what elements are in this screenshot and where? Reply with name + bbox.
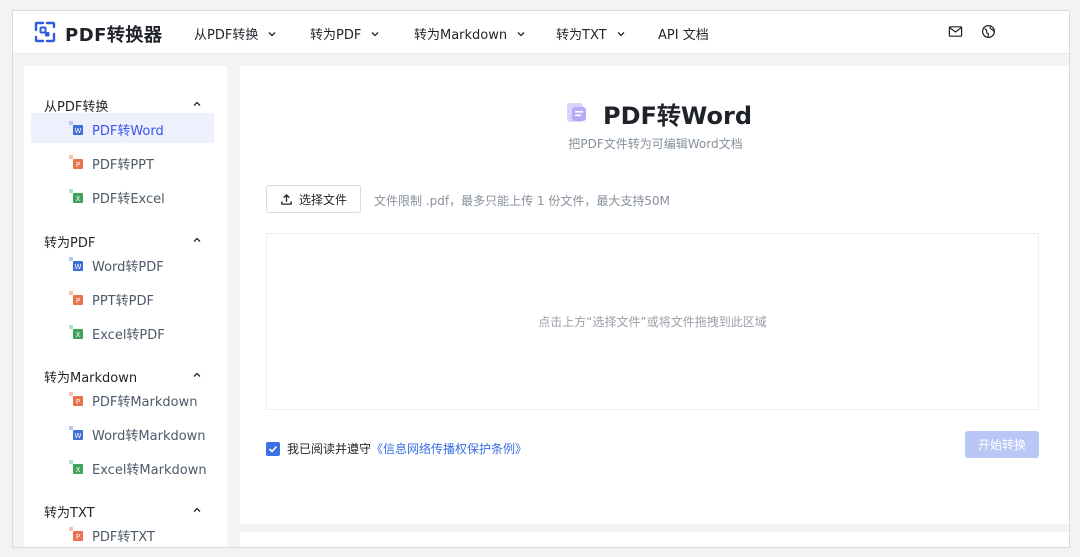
chevron-up-icon [193,101,201,106]
nav-to-markdown[interactable]: 转为Markdown [414,24,526,43]
item-label: PDF转Excel [92,192,165,207]
nav-label: 转为TXT [556,28,607,43]
start-convert-button[interactable]: 开始转换 [965,431,1039,458]
svg-text:X: X [76,466,81,474]
sidebar-item-word-to-markdown[interactable]: W Word转Markdown [31,418,214,448]
sidebar-item-pdf-to-excel[interactable]: X PDF转Excel [31,181,214,211]
agree-text: 我已阅读并遵守 [287,442,372,456]
ppt-file-icon: P [69,155,83,169]
item-label: PDF转Markdown [92,395,198,410]
sidebar-item-excel-to-pdf[interactable]: X Excel转PDF [31,317,214,347]
page-subtitle: 把PDF文件转为可编辑Word文档 [568,137,743,151]
sidebar-item-ppt-to-pdf[interactable]: P PPT转PDF [31,283,214,313]
nav-from-pdf[interactable]: 从PDF转换 [194,24,277,43]
svg-text:P: P [76,533,80,541]
chevron-up-icon [193,507,201,512]
item-label: PDF转PPT [92,158,154,173]
nav-label: 转为Markdown [414,28,508,43]
app-window: PDF转换器 从PDF转换 转为PDF 转为Markdown 转为TXT API… [12,10,1070,548]
agreement-row: 我已阅读并遵守 《信息网络传播权保护条例》 [266,440,527,457]
ppt-file-icon: P [69,392,83,406]
regulation-link[interactable]: 《信息网络传播权保护条例》 [371,440,527,457]
item-label: PDF转Word [92,124,164,139]
upload-icon [281,193,292,205]
select-file-button[interactable]: 选择文件 [266,185,361,213]
sidebar-item-pdf-to-ppt[interactable]: P PDF转PPT [31,147,214,177]
nav-label: 从PDF转换 [194,28,259,43]
sidebar-item-pdf-to-word[interactable]: W PDF转Word [31,113,214,143]
item-label: Word转PDF [92,260,164,275]
excel-file-icon: X [69,460,83,474]
ppt-file-icon: P [69,527,83,541]
word-file-icon: W [69,426,83,440]
nav-label: 转为PDF [310,28,362,43]
svg-text:X: X [76,331,81,339]
sidebar-item-pdf-to-txt[interactable]: P PDF转TXT [31,519,214,547]
mail-icon[interactable] [948,24,963,39]
file-dropzone[interactable]: 点击上方“选择文件”或将文件拖拽到此区域 [266,233,1039,410]
chevron-up-icon [193,372,201,377]
sidebar-item-word-to-pdf[interactable]: W Word转PDF [31,249,214,279]
svg-text:W: W [75,432,82,440]
dropzone-hint: 点击上方“选择文件”或将文件拖拽到此区域 [538,315,767,329]
item-label: Word转Markdown [92,429,206,444]
word-file-icon: W [69,257,83,271]
logo-icon [34,21,56,43]
word-file-icon: W [69,121,83,135]
ppt-file-icon: P [69,291,83,305]
brand-title: PDF转换器 [65,25,163,46]
excel-file-icon: X [69,189,83,203]
item-label: PPT转PDF [92,294,154,309]
chevron-down-icon [371,31,379,36]
excel-file-icon: X [69,325,83,339]
svg-text:P: P [76,161,80,169]
checkmark-icon [268,445,278,453]
chevron-down-icon [617,31,625,36]
globe-icon[interactable] [981,24,996,39]
svg-text:P: P [76,398,80,406]
nav-api-docs[interactable]: API 文档 [658,24,709,43]
item-label: Excel转Markdown [92,463,207,478]
main-panel: PDF转Word 把PDF文件转为可编辑Word文档 选择文件 文件限制 .pd… [240,66,1069,524]
svg-text:W: W [75,263,82,271]
chevron-up-icon [193,237,201,242]
sidebar-item-pdf-to-markdown[interactable]: P PDF转Markdown [31,384,214,414]
chevron-down-icon [268,31,276,36]
svg-text:X: X [76,195,81,203]
agree-checkbox[interactable] [266,441,280,456]
page-title: PDF转Word [603,102,753,130]
nav-label: API 文档 [658,28,709,43]
svg-text:W: W [75,127,82,135]
nav-to-txt[interactable]: 转为TXT [556,24,626,43]
main-panel-lower [240,532,1069,547]
sidebar-item-excel-to-markdown[interactable]: X Excel转Markdown [31,452,214,482]
top-header: PDF转换器 从PDF转换 转为PDF 转为Markdown 转为TXT API… [13,11,1069,54]
file-limit-text: 文件限制 .pdf，最多只能上传 1 份文件，最大支持50M [374,194,670,208]
chevron-down-icon [517,31,525,36]
svg-text:P: P [76,297,80,305]
item-label: Excel转PDF [92,328,165,343]
convert-doc-icon [567,103,586,122]
sidebar: 从PDF转换 W PDF转Word P PDF转PPT X PDF转Excel … [24,66,227,547]
select-file-label: 选择文件 [298,192,347,207]
nav-to-pdf[interactable]: 转为PDF [310,24,380,43]
item-label: PDF转TXT [92,530,155,545]
